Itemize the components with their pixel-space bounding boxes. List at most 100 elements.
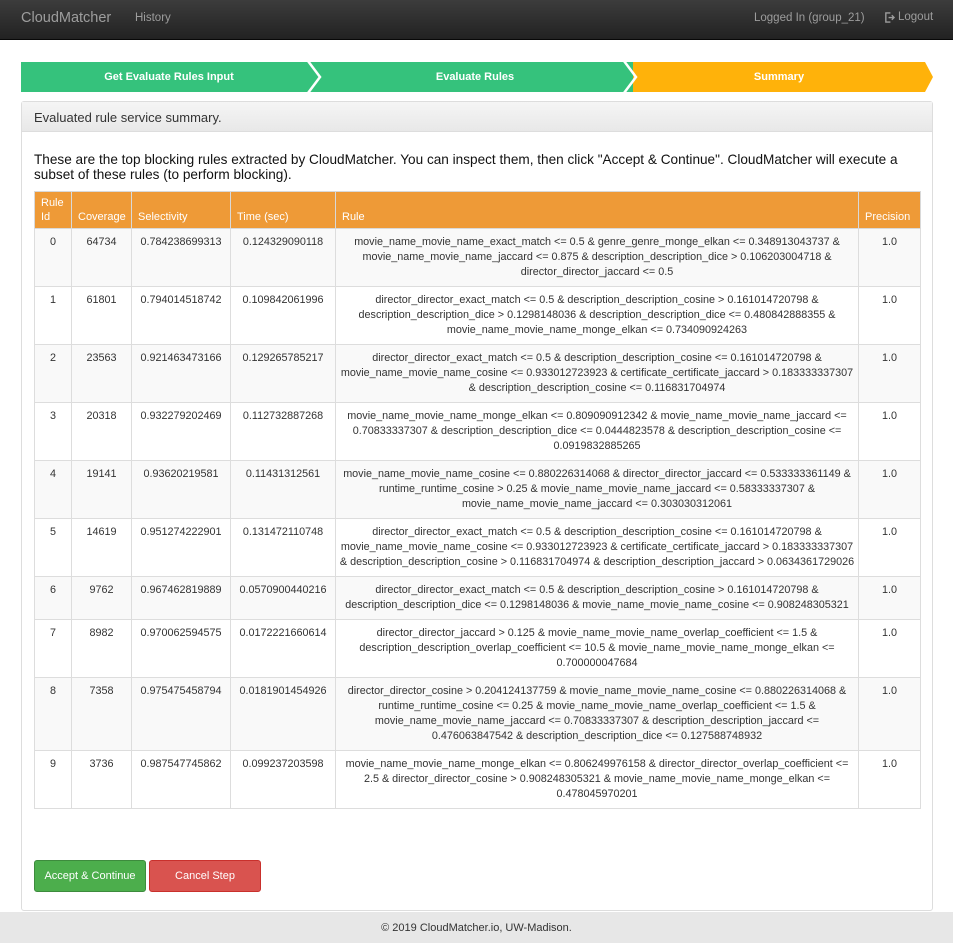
cell-selectivity: 0.975475458794: [131, 677, 231, 751]
panel-heading: Evaluated rule service summary.: [22, 102, 932, 132]
cell-precision: 1.0: [858, 518, 921, 577]
cell-rule-id: 5: [34, 518, 72, 577]
table-row: 3 20318 0.932279202469 0.112732887268 mo…: [34, 402, 921, 461]
nav-history-link[interactable]: History: [135, 12, 171, 24]
cell-coverage: 23563: [71, 344, 132, 403]
cell-precision: 1.0: [858, 460, 921, 519]
table-row: 6 9762 0.967462819889 0.0570900440216 di…: [34, 576, 921, 620]
cell-selectivity: 0.987547745862: [131, 750, 231, 809]
table-row: 0 64734 0.784238699313 0.124329090118 mo…: [34, 228, 921, 287]
cell-rule: movie_name_movie_name_cosine <= 0.880226…: [335, 460, 859, 519]
cell-selectivity: 0.784238699313: [131, 228, 231, 287]
cell-precision: 1.0: [858, 228, 921, 287]
cell-time: 0.129265785217: [230, 344, 336, 403]
table-row: 8 7358 0.975475458794 0.0181901454926 di…: [34, 677, 921, 751]
cell-rule: director_director_exact_match <= 0.5 & d…: [335, 286, 859, 345]
cell-rule: movie_name_movie_name_monge_elkan <= 0.8…: [335, 750, 859, 809]
cell-coverage: 20318: [71, 402, 132, 461]
cell-time: 0.131472110748: [230, 518, 336, 577]
cell-precision: 1.0: [858, 576, 921, 620]
cell-rule-id: 3: [34, 402, 72, 461]
cell-rule: movie_name_movie_name_exact_match <= 0.5…: [335, 228, 859, 287]
cell-time: 0.109842061996: [230, 286, 336, 345]
cell-precision: 1.0: [858, 750, 921, 809]
summary-panel: Evaluated rule service summary. These ar…: [21, 101, 933, 911]
cell-coverage: 3736: [71, 750, 132, 809]
cell-coverage: 64734: [71, 228, 132, 287]
step-label: Evaluate Rules: [435, 71, 515, 83]
cell-time: 0.124329090118: [230, 228, 336, 287]
rules-table: Rule Id Coverage Selectivity Time (sec) …: [34, 191, 921, 809]
step-chevron-end: [925, 62, 933, 92]
cell-coverage: 14619: [71, 518, 132, 577]
cell-coverage: 61801: [71, 286, 132, 345]
cell-precision: 1.0: [858, 619, 921, 678]
step-chevron: [305, 62, 322, 92]
cell-selectivity: 0.794014518742: [131, 286, 231, 345]
table-row: 7 8982 0.970062594575 0.0172221660614 di…: [34, 619, 921, 678]
cell-coverage: 7358: [71, 677, 132, 751]
cell-time: 0.0172221660614: [230, 619, 336, 678]
footer-copyright: © 2019 CloudMatcher.io, UW-Madison.: [381, 921, 572, 934]
column-header-rule-id[interactable]: Rule Id: [34, 191, 72, 229]
table-row: 2 23563 0.921463473166 0.129265785217 di…: [34, 344, 921, 403]
cancel-step-button[interactable]: Cancel Step: [149, 860, 261, 892]
column-header-time[interactable]: Time (sec): [230, 191, 336, 229]
cell-rule: movie_name_movie_name_monge_elkan <= 0.8…: [335, 402, 859, 461]
cell-selectivity: 0.921463473166: [131, 344, 231, 403]
cell-time: 0.0570900440216: [230, 576, 336, 620]
column-header-precision[interactable]: Precision: [858, 191, 921, 229]
cell-coverage: 19141: [71, 460, 132, 519]
cell-time: 0.0181901454926: [230, 677, 336, 751]
cell-rule-id: 4: [34, 460, 72, 519]
step-summary: Summary: [633, 62, 925, 92]
cell-rule-id: 9: [34, 750, 72, 809]
cell-time: 0.11431312561: [230, 460, 336, 519]
cell-rule-id: 7: [34, 619, 72, 678]
cell-precision: 1.0: [858, 677, 921, 751]
navbar: CloudMatcher History Logged In (group_21…: [0, 0, 953, 40]
cell-rule-id: 2: [34, 344, 72, 403]
accept-continue-button[interactable]: Accept & Continue: [34, 860, 146, 892]
step-label: Get Evaluate Rules Input: [104, 71, 234, 83]
brand-logo[interactable]: CloudMatcher: [21, 10, 111, 26]
column-header-coverage[interactable]: Coverage: [71, 191, 132, 229]
cell-rule: director_director_exact_match <= 0.5 & d…: [335, 576, 859, 620]
table-header-row: Rule Id Coverage Selectivity Time (sec) …: [34, 191, 921, 229]
cell-rule: director_director_cosine > 0.20412413775…: [335, 677, 859, 751]
table-row: 4 19141 0.93620219581 0.11431312561 movi…: [34, 460, 921, 519]
step-get-evaluate-rules-input: Get Evaluate Rules Input: [21, 62, 317, 92]
cell-time: 0.112732887268: [230, 402, 336, 461]
cell-selectivity: 0.93620219581: [131, 460, 231, 519]
cell-precision: 1.0: [858, 344, 921, 403]
cell-time: 0.099237203598: [230, 750, 336, 809]
cell-rule: director_director_jaccard > 0.125 & movi…: [335, 619, 859, 678]
logout-icon: [885, 11, 895, 23]
table-row: 9 3736 0.987547745862 0.099237203598 mov…: [34, 750, 921, 809]
logout-link[interactable]: Logout: [884, 11, 933, 23]
step-chevron: [621, 62, 638, 92]
column-header-rule[interactable]: Rule: [335, 191, 859, 229]
cell-selectivity: 0.932279202469: [131, 402, 231, 461]
cell-coverage: 9762: [71, 576, 132, 620]
logout-label: Logout: [898, 11, 934, 23]
cell-selectivity: 0.967462819889: [131, 576, 231, 620]
step-label: Summary: [753, 71, 805, 83]
table-row: 5 14619 0.951274222901 0.131472110748 di…: [34, 518, 921, 577]
step-evaluate-rules: Evaluate Rules: [317, 62, 633, 92]
intro-text: These are the top blocking rules extract…: [34, 152, 898, 182]
cell-rule-id: 1: [34, 286, 72, 345]
cell-rule: director_director_exact_match <= 0.5 & d…: [335, 344, 859, 403]
cell-coverage: 8982: [71, 619, 132, 678]
cell-rule: director_director_exact_match <= 0.5 & d…: [335, 518, 859, 577]
table-row: 1 61801 0.794014518742 0.109842061996 di…: [34, 286, 921, 345]
footer: © 2019 CloudMatcher.io, UW-Madison.: [0, 912, 953, 943]
cell-precision: 1.0: [858, 402, 921, 461]
cell-rule-id: 0: [34, 228, 72, 287]
logged-in-user: Logged In (group_21): [754, 12, 865, 24]
cell-selectivity: 0.970062594575: [131, 619, 231, 678]
cell-rule-id: 8: [34, 677, 72, 751]
cell-selectivity: 0.951274222901: [131, 518, 231, 577]
column-header-selectivity[interactable]: Selectivity: [131, 191, 231, 229]
step-progress-bar: Get Evaluate Rules Input Evaluate Rules …: [21, 62, 933, 92]
